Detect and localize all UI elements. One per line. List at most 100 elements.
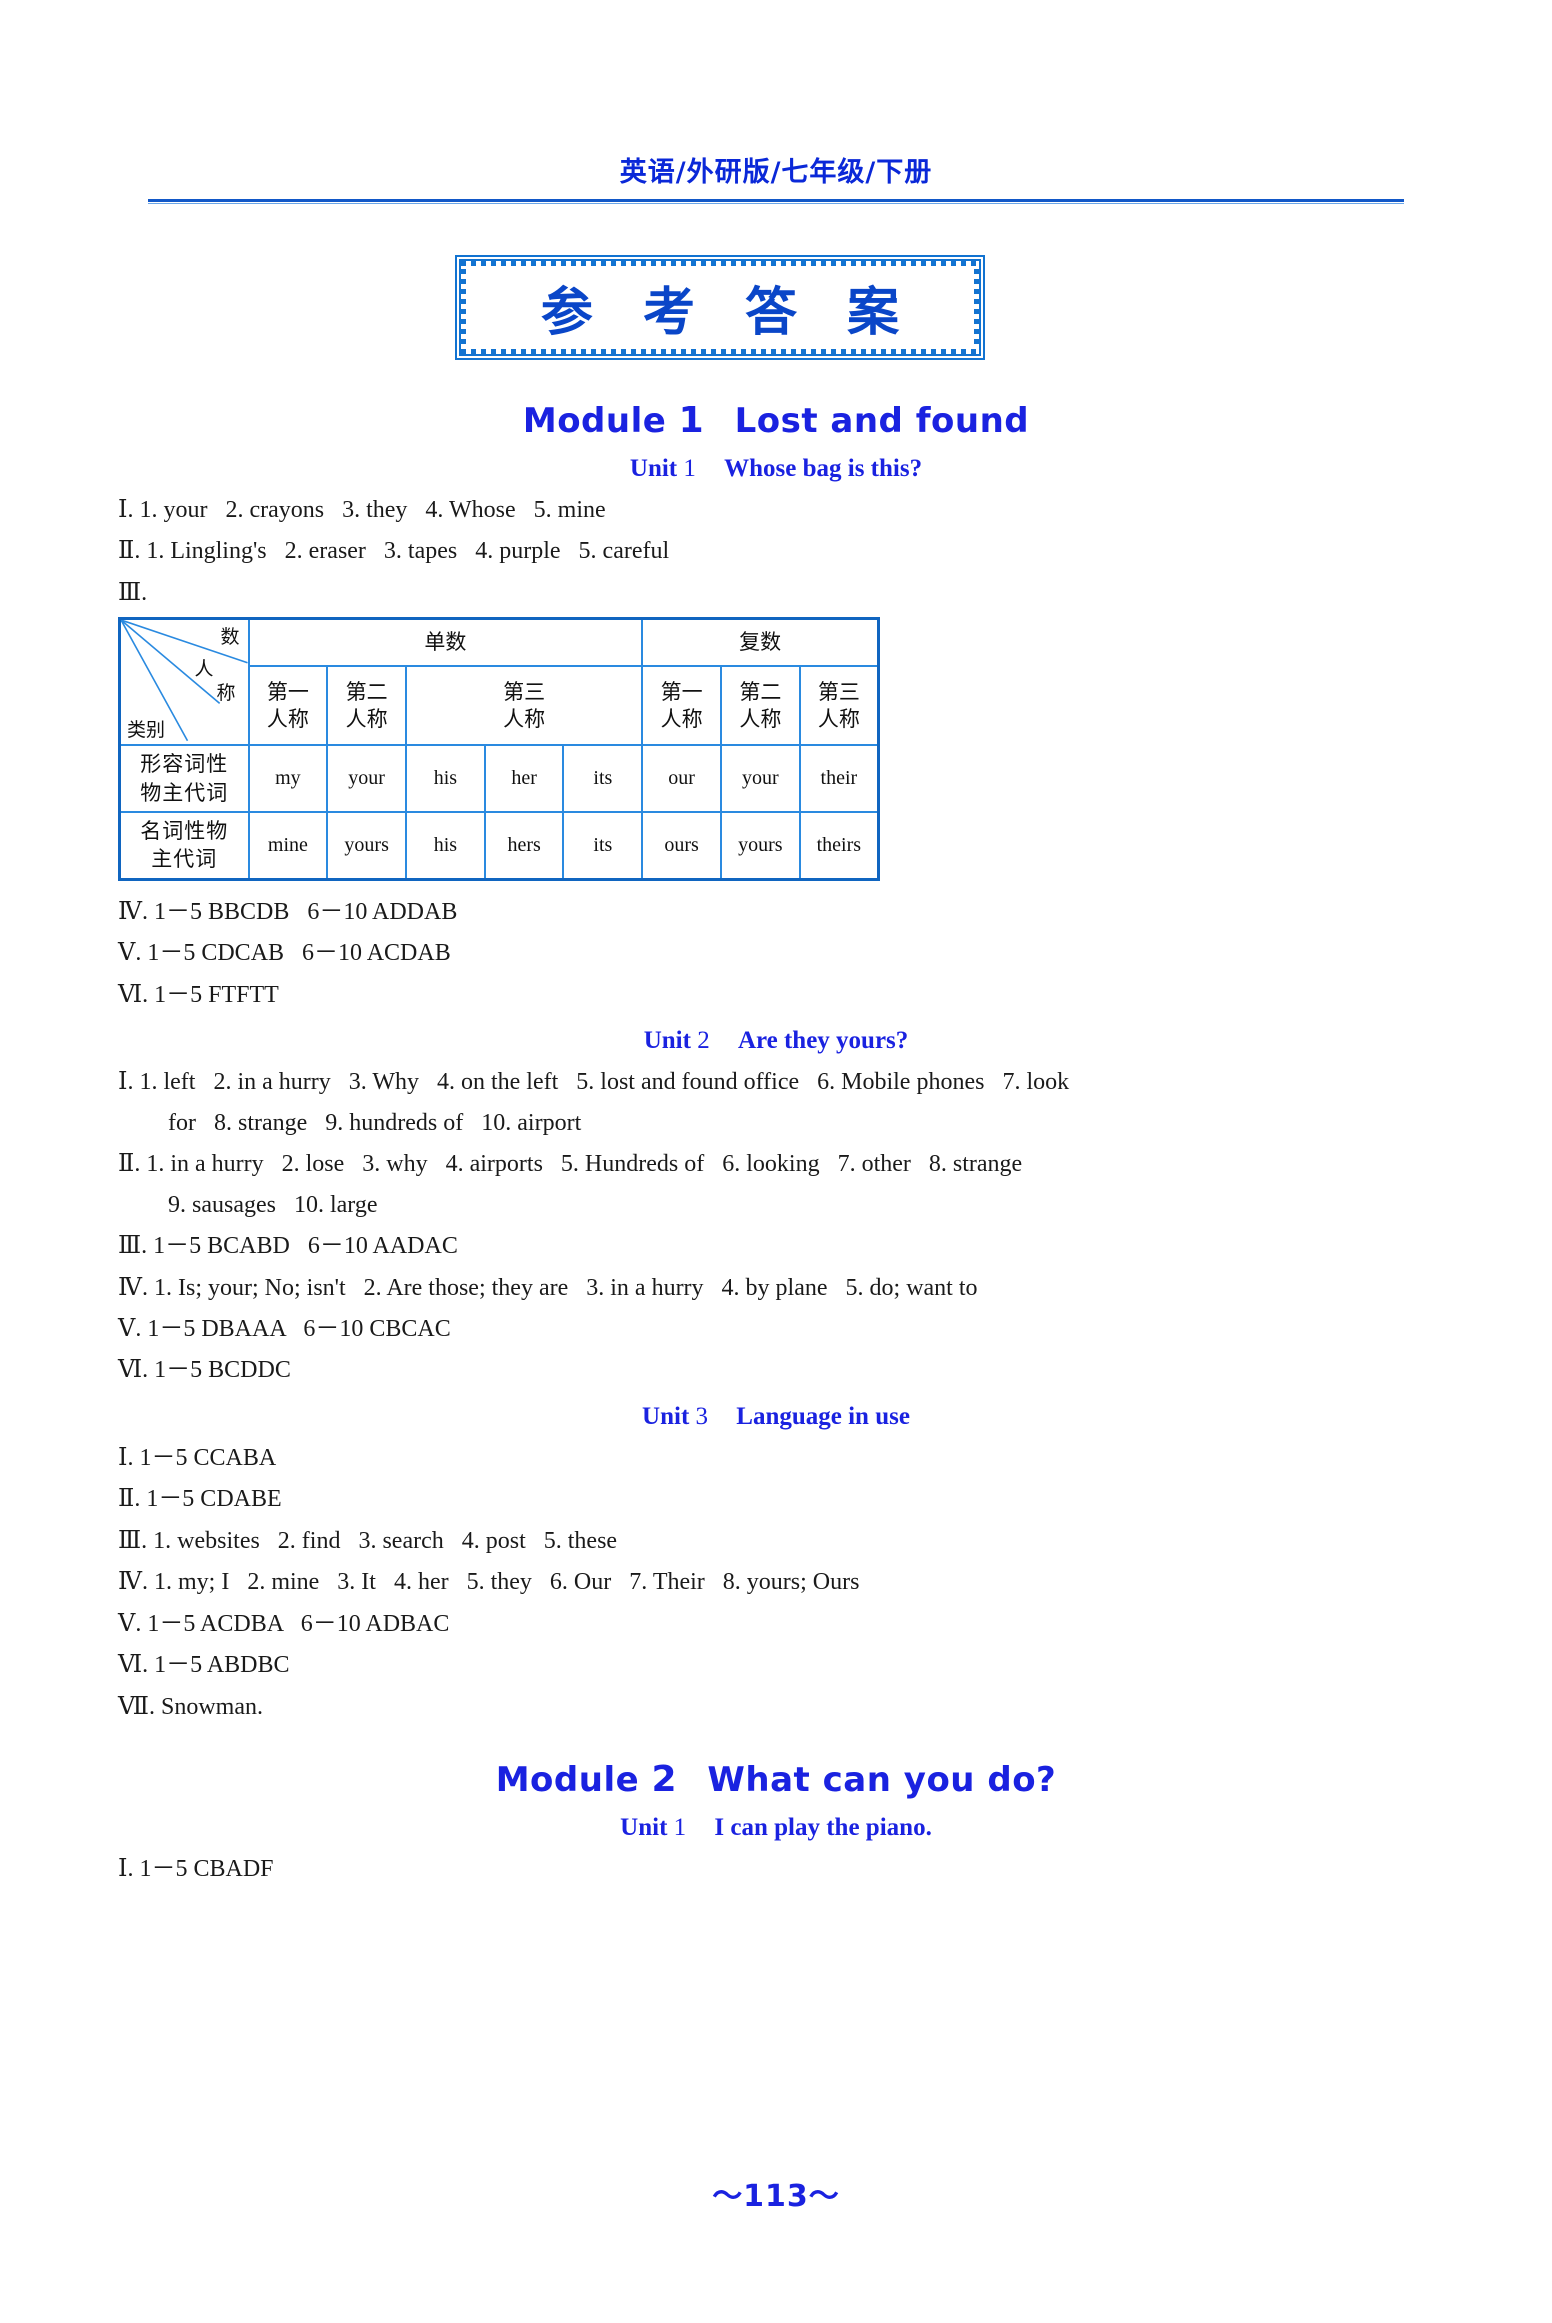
roman-numeral: Ⅴ xyxy=(118,938,136,967)
answer-line: Ⅳ. 1. Is; your; No; isn't 2. Are those; … xyxy=(0,1269,1552,1306)
answer-text: . 1－5 BBCDB 6－10 ADDAB xyxy=(141,898,458,925)
answer-line: Ⅰ. 1. your 2. crayons 3. they 4. Whose 5… xyxy=(0,491,1552,528)
table-cell: its xyxy=(562,811,644,881)
roman-numeral: Ⅳ xyxy=(118,896,142,925)
diag-label-person-2: 称 xyxy=(216,683,236,705)
answer-line: Ⅱ. 1. in a hurry 2. lose 3. why 4. airpo… xyxy=(0,1145,1552,1182)
table-cell: his xyxy=(405,744,486,814)
answer-line-continuation: 9. sausages 10. large xyxy=(0,1187,1552,1223)
roman-numeral: Ⅵ xyxy=(118,979,143,1008)
roman-numeral: Ⅶ xyxy=(118,1691,149,1720)
roman-numeral: Ⅱ xyxy=(118,1484,135,1513)
unit-word: Unit xyxy=(629,455,678,482)
answer-line: Ⅱ. 1. Lingling's 2. eraser 3. tapes 4. p… xyxy=(0,532,1552,569)
answer-text: . 1. Is; your; No; isn't 2. Are those; t… xyxy=(141,1274,978,1301)
table-header-person: 第一 人称 xyxy=(641,664,722,747)
pronoun-table: 数 人 称 类别 单数 复数 第一 人称 第二 人称 第三 人称 第一 人称 第二 人称 … xyxy=(118,617,880,881)
answer-line: Ⅴ. 1－5 DBAAA 6－10 CBCAC xyxy=(0,1310,1552,1347)
answer-text: . xyxy=(141,579,148,606)
answer-content: Module 1 Lost and found Unit 1 Whose bag… xyxy=(0,400,1552,1892)
answer-line: Ⅳ. 1－5 BBCDB 6－10 ADDAB xyxy=(0,893,1552,930)
table-cell: yours xyxy=(326,811,407,881)
answer-text: . 1. left 2. in a hurry 3. Why 4. on the… xyxy=(127,1069,1070,1096)
pronoun-table-wrapper: 数 人 称 类别 单数 复数 第一 人称 第二 人称 第三 人称 第一 人称 第二 人称 … xyxy=(0,617,1552,881)
unit-heading: Unit 2 Are they yours? xyxy=(0,1027,1552,1055)
table-header-person: 第二 人称 xyxy=(719,664,801,747)
answer-line: Ⅲ. 1. websites 2. find 3. search 4. post… xyxy=(0,1522,1552,1559)
roman-numeral: Ⅱ xyxy=(118,1149,135,1178)
roman-numeral: Ⅲ xyxy=(118,1525,142,1554)
unit-title: I can play the piano. xyxy=(714,1814,932,1842)
answer-text: . 1. websites 2. find 3. search 4. post … xyxy=(141,1527,618,1554)
roman-numeral: Ⅱ xyxy=(118,536,135,565)
answer-line: Ⅵ. 1－5 BCDDC xyxy=(0,1351,1552,1388)
table-cell: mine xyxy=(247,811,329,881)
unit-word: Unit xyxy=(620,1814,668,1842)
table-row: 形容词性 物主代词 my your his her its our your th… xyxy=(118,744,880,814)
answer-text: . 1－5 CDCAB 6－10 ACDAB xyxy=(135,940,451,967)
table-corner-diagonal-cell: 数 人 称 类别 xyxy=(118,617,250,747)
page-number: ～113～ xyxy=(712,2179,840,2214)
roman-numeral: Ⅳ xyxy=(118,1272,142,1301)
roman-numeral: Ⅵ xyxy=(118,1355,143,1384)
answer-line: Ⅲ. 1－5 BCABD 6－10 AADAC xyxy=(0,1227,1552,1264)
answer-text: . 1－5 ACDBA 6－10 ADBAC xyxy=(135,1610,450,1637)
table-cell: your xyxy=(719,744,801,814)
diag-label-number: 数 xyxy=(220,627,240,649)
unit-heading: Unit 1 I can play the piano. xyxy=(0,1814,1552,1842)
answer-text: . 1－5 BCABD 6－10 AADAC xyxy=(141,1233,458,1260)
roman-numeral: Ⅴ xyxy=(118,1608,136,1637)
table-header-person: 第二 人称 xyxy=(326,664,407,747)
unit-title: Are they yours? xyxy=(737,1027,909,1055)
unit-number: 1 xyxy=(683,455,696,482)
answer-text: . 1－5 CCABA xyxy=(127,1444,277,1471)
unit-number: 2 xyxy=(697,1027,710,1055)
roman-numeral: Ⅵ xyxy=(118,1650,143,1679)
module-word: Module xyxy=(522,401,667,441)
table-row-label: 形容词性 物主代词 xyxy=(118,744,250,814)
answer-line: Ⅴ. 1－5 ACDBA 6－10 ADBAC xyxy=(0,1605,1552,1642)
table-cell: our xyxy=(641,744,722,814)
answer-text: . Snowman. xyxy=(148,1693,263,1720)
answer-text: . 1－5 FTFTT xyxy=(142,981,279,1008)
answer-line: Ⅶ. Snowman. xyxy=(0,1688,1552,1725)
table-cell: yours xyxy=(719,811,801,881)
answer-text: . 1－5 BCDDC xyxy=(142,1357,291,1384)
module-heading: Module 1 Lost and found xyxy=(0,400,1552,441)
answer-text: . 1－5 ABDBC xyxy=(142,1652,290,1679)
module-heading: Module 2 What can you do? xyxy=(0,1759,1552,1800)
table-cell: her xyxy=(483,744,565,814)
table-cell: ours xyxy=(641,811,722,881)
module-word: Module xyxy=(495,1760,640,1801)
answer-text: . 1－5 CDABE xyxy=(134,1486,282,1513)
answer-line-continuation: for 8. strange 9. hundreds of 10. airpor… xyxy=(0,1105,1552,1141)
unit-title: Language in use xyxy=(736,1402,910,1430)
module-title: Lost and found xyxy=(734,401,1030,441)
table-cell: their xyxy=(798,744,880,814)
answer-line: Ⅰ. 1－5 CBADF xyxy=(0,1850,1552,1887)
unit-heading: Unit 1 Whose bag is this? xyxy=(0,455,1552,483)
table-row: 名词性物 主代词 mine yours his hers its ours you… xyxy=(118,811,880,881)
table-cell: theirs xyxy=(798,811,880,881)
roman-numeral: Ⅲ xyxy=(118,577,142,606)
answer-key-page: 英语/外研版/七年级/下册 参 考 答 案 Module 1 Lost and … xyxy=(0,0,1552,2323)
unit-heading: Unit 3 Language in use xyxy=(0,1403,1552,1431)
answer-key-title-box: 参 考 答 案 xyxy=(455,255,985,360)
header-rule xyxy=(148,199,1404,202)
page-header: 英语/外研版/七年级/下册 xyxy=(0,150,1552,204)
answer-text: . 1. my; I 2. mine 3. It 4. her 5. they … xyxy=(141,1569,860,1596)
table-row-label: 名词性物 主代词 xyxy=(118,811,250,881)
header-title: 英语/外研版/七年级/下册 xyxy=(619,157,933,188)
module-number: 1 xyxy=(678,400,705,441)
diag-label-category: 类别 xyxy=(127,720,166,742)
unit-number: 3 xyxy=(695,1402,709,1430)
roman-numeral: Ⅲ xyxy=(118,1231,142,1260)
diag-label-person-1: 人 xyxy=(194,659,214,681)
answer-line: Ⅴ. 1－5 CDCAB 6－10 ACDAB xyxy=(0,934,1552,971)
answer-line: Ⅰ. 1－5 CCABA xyxy=(0,1439,1552,1476)
table-cell: hers xyxy=(483,811,565,881)
answer-text: 9. sausages 10. large xyxy=(168,1191,378,1218)
table-header-plural: 复数 xyxy=(641,617,880,667)
table-header-person: 第三 人称 xyxy=(404,664,644,747)
table-header-singular: 单数 xyxy=(247,617,644,667)
